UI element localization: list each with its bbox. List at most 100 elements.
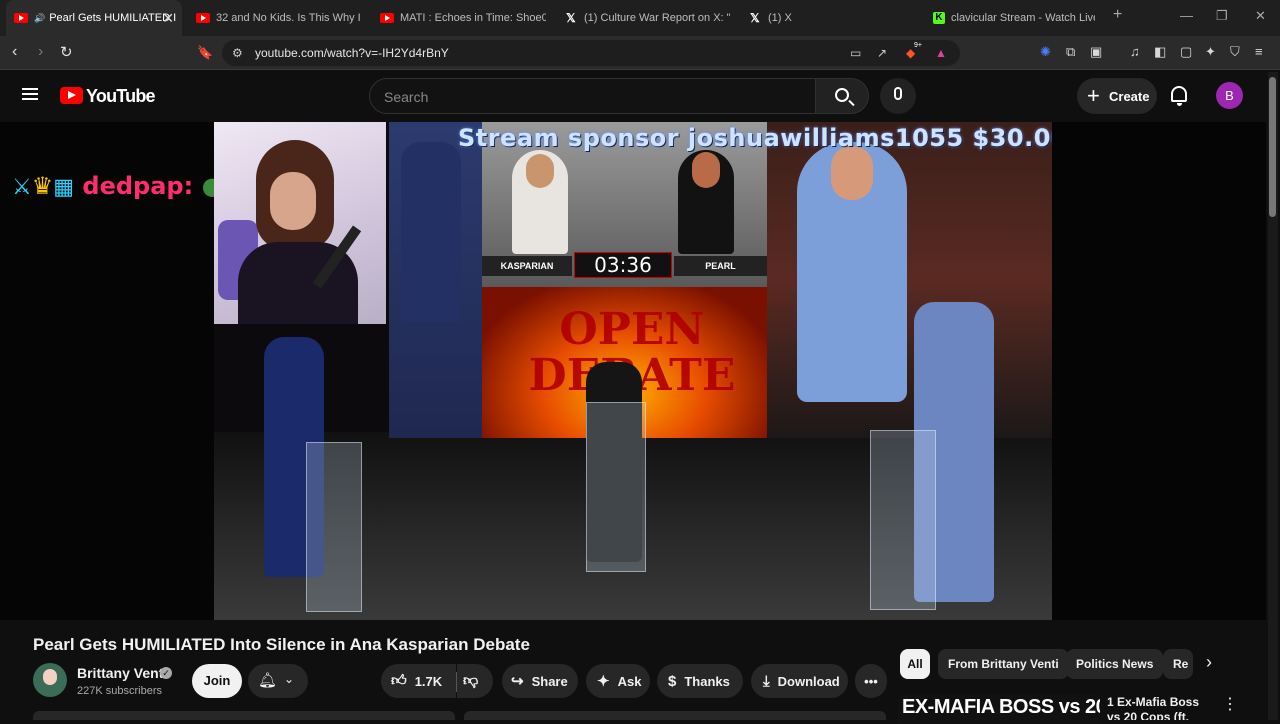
browser-tab-strip: 🔊 Pearl Gets HUMILIATED I ✕ 32 and No Ki…	[0, 0, 1280, 36]
extensions-icon[interactable]: ⧉	[1066, 44, 1075, 60]
chip-all[interactable]: All	[900, 649, 930, 679]
dislike-button[interactable]: 👎︎	[457, 664, 493, 698]
podium-left	[306, 442, 362, 612]
speaker-figure	[401, 142, 461, 322]
crypto-wallet-icon[interactable]: ▢	[1180, 44, 1192, 60]
cast-icon[interactable]: ▭	[850, 46, 861, 60]
youtube-logo-icon[interactable]	[60, 87, 83, 104]
face	[270, 172, 316, 230]
debater-kasparian	[512, 150, 568, 254]
restore-icon[interactable]: ❐	[1216, 8, 1228, 24]
wallet-icon[interactable]: ▣	[1090, 44, 1102, 60]
thanks-button[interactable]: $ Thanks	[657, 664, 743, 698]
leo-ai-icon[interactable]: ✦	[1205, 44, 1216, 60]
recommendation-title[interactable]: 1 Ex-Mafia Boss vs 20 Cops (ft. Micha	[1107, 695, 1215, 720]
speaker-figure-right	[797, 142, 907, 402]
account-avatar[interactable]: B	[1216, 82, 1243, 109]
thumbs-down-icon: 👎︎	[463, 672, 479, 689]
youtube-header: YouTube Search + Create B	[0, 70, 1280, 122]
voice-search-button[interactable]	[880, 78, 916, 114]
podium-center	[586, 402, 646, 572]
video-frame[interactable]: KASPARIAN 03:36 PEARL OPEN DEBATE Stream…	[214, 122, 1052, 620]
close-tab-icon[interactable]: ✕	[162, 10, 174, 27]
page-scrollbar[interactable]	[1268, 72, 1278, 720]
description-box[interactable]	[33, 711, 455, 720]
vpn-shield-icon[interactable]: ⛉	[1230, 44, 1240, 60]
join-button[interactable]: Join	[192, 664, 242, 698]
tab-x[interactable]: 𝕏 (1) X	[750, 0, 914, 36]
youtube-icon	[196, 13, 210, 23]
search-icon	[835, 88, 849, 102]
channel-avatar[interactable]	[33, 663, 67, 697]
sidebar-icon[interactable]: ◧	[1154, 44, 1166, 60]
share-icon: ↪	[511, 673, 524, 690]
site-info-icon[interactable]: ⚙	[232, 46, 243, 60]
subscriber-count: 227K subscribers	[77, 685, 162, 697]
hamburger-menu-icon[interactable]	[22, 88, 38, 100]
share-page-icon[interactable]: ↗	[877, 46, 887, 60]
search-input[interactable]: Search	[369, 78, 816, 114]
url-field[interactable]: ⚙ youtube.com/watch?v=-IH2Yd4rBnY ▭ ↗ ◆ …	[222, 40, 960, 66]
chip-from-brittany-venti[interactable]: From Brittany Venti	[938, 649, 1069, 679]
forward-icon[interactable]: ›	[38, 43, 43, 61]
channel-name[interactable]: Brittany Venti	[77, 665, 167, 681]
crown-emote-icon: ♛	[31, 172, 54, 200]
brave-badge: 9+	[914, 42, 922, 49]
nameplate-kasparian: KASPARIAN	[482, 256, 572, 276]
bookmark-icon[interactable]: 🔖	[197, 45, 213, 61]
reload-icon[interactable]: ↻	[60, 43, 73, 61]
download-button[interactable]: ⤓ Download	[751, 664, 848, 698]
share-button[interactable]: ↪ Share	[502, 664, 578, 698]
tab-pearl-video[interactable]: 🔊 Pearl Gets HUMILIATED I ✕	[6, 0, 182, 36]
bell-icon: 🔔︎	[258, 672, 278, 689]
badge-emote-icon: ▦	[53, 175, 75, 200]
more-vertical-icon[interactable]: ⋮	[1222, 694, 1238, 714]
video-player[interactable]: ⚔♛▦ dedpap: ● KASPARIAN 03:36 PEARL OPEN…	[0, 122, 1266, 620]
youtube-icon	[380, 13, 394, 23]
tab-mati[interactable]: MATI : Echoes in Time: Shoe0nhe	[380, 0, 546, 36]
chip-related[interactable]: Re	[1163, 649, 1193, 679]
plus-icon: +	[1087, 83, 1100, 108]
more-actions-button[interactable]: •••	[855, 664, 887, 698]
x-icon: 𝕏	[566, 11, 576, 25]
streamer-webcam	[214, 122, 386, 324]
chip-politics-news[interactable]: Politics News	[1066, 649, 1164, 679]
like-button[interactable]: 👍︎ 1.7K	[381, 664, 456, 698]
podium-right	[870, 430, 936, 610]
brave-rewards-icon[interactable]: ▲	[935, 46, 947, 60]
address-bar-row: ‹ › ↻ 🔖 ⚙ youtube.com/watch?v=-IH2Yd4rBn…	[0, 36, 1280, 70]
minimize-icon[interactable]: —	[1180, 8, 1193, 23]
vpn-icon[interactable]: ✺	[1040, 44, 1051, 60]
screen-right	[767, 122, 1052, 438]
chat-overlay: ⚔♛▦ dedpap: ●	[12, 172, 223, 200]
scrollbar-thumb[interactable]	[1269, 77, 1276, 217]
tab-32-no-kids[interactable]: 32 and No Kids. Is This Why I an	[196, 0, 362, 36]
menu-icon[interactable]: ≡	[1255, 44, 1263, 59]
close-window-icon[interactable]: ✕	[1255, 8, 1266, 24]
subscription-notification-button[interactable]: 🔔︎ ⌄	[248, 664, 308, 698]
chevron-right-icon[interactable]: ›	[1206, 652, 1212, 673]
comments-box[interactable]	[464, 711, 886, 720]
search-button[interactable]	[815, 78, 869, 114]
debater-pearl	[678, 150, 734, 254]
youtube-icon	[14, 13, 28, 23]
notifications-bell-icon[interactable]	[1171, 86, 1187, 106]
chevron-down-icon: ⌄	[284, 672, 295, 686]
speaker-icon: 🔊	[34, 12, 46, 23]
thumbs-up-icon: 👍︎	[391, 672, 407, 689]
sword-emote-icon: ⚔	[12, 175, 32, 200]
tab-kick-stream[interactable]: K clavicular Stream - Watch Live o	[933, 0, 1095, 36]
tab-culture-war[interactable]: 𝕏 (1) Culture War Report on X: "D(	[566, 0, 730, 36]
video-title: Pearl Gets HUMILIATED Into Silence in An…	[33, 635, 530, 654]
new-tab-button[interactable]: +	[1113, 6, 1122, 24]
ask-button[interactable]: ✦ Ask	[586, 664, 650, 698]
back-icon[interactable]: ‹	[12, 43, 17, 61]
media-icon[interactable]: ♫	[1130, 44, 1140, 59]
debate-timer: 03:36	[574, 252, 672, 278]
youtube-logo-text[interactable]: YouTube	[86, 86, 156, 107]
chat-username: dedpap:	[82, 172, 194, 200]
sparkle-icon: ✦	[597, 673, 610, 690]
create-button[interactable]: + Create	[1077, 78, 1157, 114]
super-thanks-icon: $	[668, 672, 677, 690]
download-icon: ⤓	[763, 672, 770, 690]
